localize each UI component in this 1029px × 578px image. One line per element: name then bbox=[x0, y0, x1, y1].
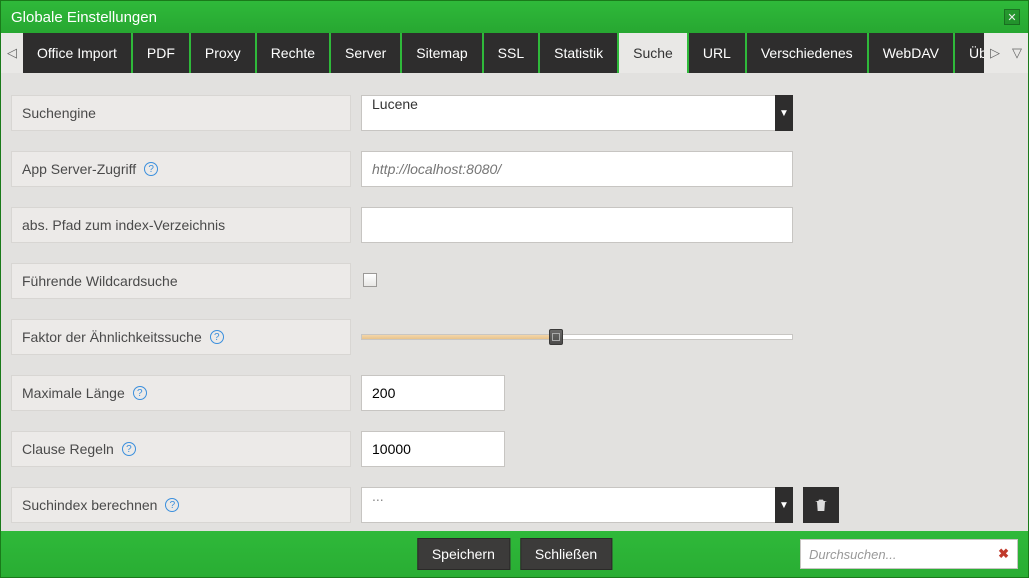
search-input[interactable]: Durchsuchen... ✖ bbox=[800, 539, 1018, 569]
tab-url[interactable]: URL bbox=[689, 33, 745, 73]
max-length-input[interactable] bbox=[361, 375, 505, 411]
content: Suchengine Lucene ▼ App Server-Zugriff? … bbox=[1, 73, 1028, 531]
close-icon[interactable]: ✕ bbox=[1004, 9, 1020, 25]
tab-webdav[interactable]: WebDAV bbox=[869, 33, 953, 73]
save-button[interactable]: Speichern bbox=[417, 538, 510, 570]
label-index-path: abs. Pfad zum index-Verzeichnis bbox=[11, 207, 351, 243]
tab-office-import[interactable]: Office Import bbox=[23, 33, 131, 73]
trash-button[interactable] bbox=[803, 487, 839, 523]
tab-übersetzung[interactable]: Übersetzung bbox=[955, 33, 984, 73]
chevron-down-icon[interactable]: ▼ bbox=[775, 487, 793, 523]
chevron-down-icon[interactable]: ▼ bbox=[775, 95, 793, 131]
help-icon[interactable]: ? bbox=[122, 442, 136, 456]
tabbar: ◁ Office ImportPDFProxyRechteServerSitem… bbox=[1, 33, 1028, 73]
compute-index-select[interactable]: ... ▼ bbox=[361, 487, 793, 523]
wildcard-checkbox[interactable] bbox=[363, 273, 377, 287]
close-button[interactable]: Schließen bbox=[520, 538, 612, 570]
tab-verschiedenes[interactable]: Verschiedenes bbox=[747, 33, 867, 73]
slider-thumb[interactable] bbox=[549, 329, 563, 345]
tab-scroll-right-icon[interactable]: ▷ bbox=[984, 33, 1006, 73]
tab-menu-toggle-icon[interactable]: ▽ bbox=[1006, 33, 1028, 73]
index-path-input[interactable] bbox=[361, 207, 793, 243]
tab-rechte[interactable]: Rechte bbox=[257, 33, 329, 73]
label-clause: Clause Regeln? bbox=[11, 431, 351, 467]
label-app-server: App Server-Zugriff? bbox=[11, 151, 351, 187]
tab-scroll-left-icon[interactable]: ◁ bbox=[1, 33, 23, 73]
label-similarity: Faktor der Ähnlichkeitssuche? bbox=[11, 319, 351, 355]
label-engine: Suchengine bbox=[11, 95, 351, 131]
trash-icon bbox=[813, 497, 829, 513]
help-icon[interactable]: ? bbox=[210, 330, 224, 344]
tab-suche[interactable]: Suche bbox=[619, 33, 687, 73]
window: Globale Einstellungen ✕ ◁ Office ImportP… bbox=[0, 0, 1029, 578]
tab-pdf[interactable]: PDF bbox=[133, 33, 189, 73]
slider-fill bbox=[362, 335, 556, 339]
tab-sitemap[interactable]: Sitemap bbox=[402, 33, 481, 73]
help-icon[interactable]: ? bbox=[165, 498, 179, 512]
app-server-input[interactable] bbox=[361, 151, 793, 187]
clause-input[interactable] bbox=[361, 431, 505, 467]
label-wildcard: Führende Wildcardsuche bbox=[11, 263, 351, 299]
help-icon[interactable]: ? bbox=[133, 386, 147, 400]
tab-proxy[interactable]: Proxy bbox=[191, 33, 255, 73]
tab-ssl[interactable]: SSL bbox=[484, 33, 538, 73]
search-placeholder: Durchsuchen... bbox=[809, 547, 896, 562]
similarity-slider[interactable] bbox=[361, 319, 793, 355]
window-title: Globale Einstellungen bbox=[11, 9, 157, 26]
clear-icon[interactable]: ✖ bbox=[998, 546, 1009, 562]
engine-select[interactable]: Lucene ▼ bbox=[361, 95, 793, 131]
tabs: Office ImportPDFProxyRechteServerSitemap… bbox=[23, 33, 984, 73]
tab-statistik[interactable]: Statistik bbox=[540, 33, 617, 73]
help-icon[interactable]: ? bbox=[144, 162, 158, 176]
tab-server[interactable]: Server bbox=[331, 33, 400, 73]
titlebar: Globale Einstellungen ✕ bbox=[1, 1, 1028, 33]
label-compute-index: Suchindex berechnen? bbox=[11, 487, 351, 523]
label-max-length: Maximale Länge? bbox=[11, 375, 351, 411]
footer: Speichern Schließen Durchsuchen... ✖ bbox=[1, 531, 1028, 577]
